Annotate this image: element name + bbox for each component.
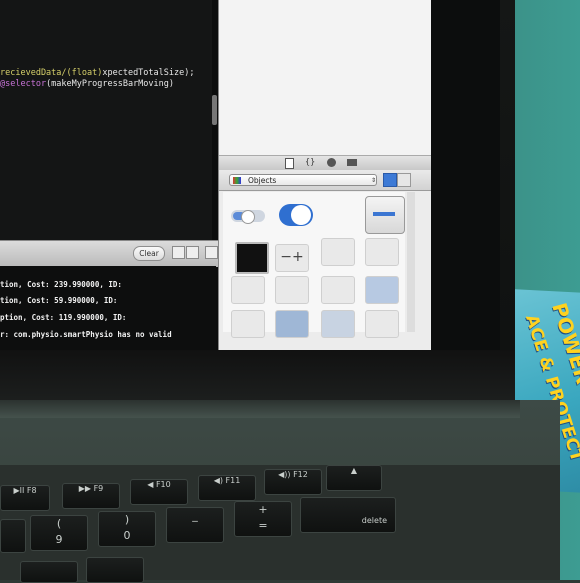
key-label: 9 (55, 533, 63, 546)
web-view-object-icon[interactable] (275, 310, 309, 338)
key-f11[interactable]: ◀) F11 (198, 475, 256, 501)
table-view-object-icon[interactable] (321, 238, 355, 266)
key[interactable] (0, 519, 26, 553)
key-label: ◀)) (278, 470, 291, 479)
key-label: F11 (225, 476, 241, 485)
key-label: _ (192, 509, 198, 522)
key[interactable] (86, 557, 144, 583)
key-equals[interactable]: + = (234, 501, 292, 537)
eject-key[interactable]: ▲ (326, 465, 382, 491)
console-line: tion, Cost: 59.990000, ID: (0, 296, 118, 305)
key-label: 0 (123, 529, 131, 542)
library-filter-bar: Objects ⇕ (219, 170, 431, 191)
key-f12[interactable]: ◀)) F12 (264, 469, 322, 495)
grid-view-icon[interactable] (383, 173, 397, 187)
debug-console[interactable]: tion, Cost: 239.990000, ID: tion, Cost: … (0, 266, 216, 350)
layout-right-icon[interactable] (205, 246, 218, 259)
laptop-screen: recievedData/(float)xpectedTotalSize); @… (0, 0, 500, 350)
key-f9[interactable]: ▶▶ F9 (62, 483, 120, 509)
utilities-pane: {} Objects ⇕ −+ (218, 0, 431, 350)
debug-toolbar: Clear (0, 240, 222, 267)
laptop-hinge (0, 400, 520, 418)
key-minus[interactable]: _ (166, 507, 224, 543)
layout-split-icon[interactable] (186, 246, 199, 259)
code-text: recievedData/(float) (0, 68, 103, 78)
layout-left-icon[interactable] (172, 246, 185, 259)
key-0[interactable]: ) 0 (98, 511, 156, 547)
collection-view-object-icon[interactable] (231, 276, 265, 304)
clear-button[interactable]: Clear (133, 246, 165, 261)
inspector-area (219, 0, 431, 155)
library-scrollbar[interactable] (407, 192, 415, 332)
key-label: F9 (93, 484, 104, 493)
key-label: + (258, 503, 268, 516)
objects-icon (233, 177, 241, 184)
chevron-updown-icon: ⇕ (371, 177, 377, 184)
switch-knob-icon (291, 205, 311, 225)
eject-icon: ▲ (350, 466, 358, 475)
key-label: F8 (26, 486, 37, 495)
key-label: ) (124, 513, 130, 526)
key-label: ▶II (13, 486, 25, 495)
stepper-object-icon[interactable]: −+ (275, 244, 309, 272)
list-view-icon[interactable] (397, 173, 411, 187)
object-library-icon[interactable] (327, 158, 336, 167)
console-line: r: com.physio.smartPhysio has no valid (0, 330, 172, 339)
code-editor[interactable]: recievedData/(float)xpectedTotalSize); @… (0, 0, 217, 240)
key-label: delete (361, 516, 387, 525)
code-text: xpectedTotalSize); (102, 68, 195, 78)
activity-indicator-object-icon[interactable] (235, 242, 269, 274)
code-text: (makeMyProgressBarMoving) (46, 79, 174, 89)
key-label: ▶▶ (78, 484, 92, 493)
key-label: = (258, 519, 268, 532)
key-label: F12 (293, 470, 308, 479)
toolbar-object-icon[interactable] (365, 310, 399, 338)
image-view-object-icon[interactable] (365, 276, 399, 304)
slider-knob-icon (241, 210, 255, 224)
key-label: ◀) (213, 476, 223, 485)
text-view-object-icon[interactable] (231, 310, 265, 338)
delete-key[interactable]: delete (300, 497, 396, 533)
map-view-object-icon[interactable] (321, 276, 355, 304)
progress-bar-icon (373, 212, 395, 216)
console-line: tion, Cost: 239.990000, ID: (0, 280, 122, 289)
code-keyword: @selector (0, 79, 47, 89)
key-f8[interactable]: ▶II F8 (0, 485, 50, 511)
library-tabs: {} (219, 155, 431, 171)
editor-scrollbar[interactable] (212, 95, 217, 125)
navigation-bar-object-icon[interactable] (321, 310, 355, 338)
key-label: ◀ (147, 480, 154, 489)
key-label: F10 (155, 480, 171, 489)
file-template-icon[interactable] (285, 158, 294, 169)
code-line: @selector(makeMyProgressBarMoving) (0, 79, 174, 89)
key-label: ( (56, 517, 62, 530)
key-9[interactable]: (9 (30, 515, 88, 551)
media-library-icon[interactable] (347, 159, 357, 166)
console-line: ption, Cost: 119.990000, ID: (0, 313, 127, 322)
library-dropdown[interactable]: Objects (229, 174, 377, 186)
keyboard: ▶II F8 ▶▶ F9 ◀ F10 ◀) F11 ◀)) F12 ▲ (9 )… (0, 465, 560, 583)
table-cell-object-icon[interactable] (365, 238, 399, 266)
key-f10[interactable]: ◀ F10 (130, 479, 188, 505)
object-library-grid: −+ (223, 192, 405, 338)
code-line: recievedData/(float)xpectedTotalSize); (0, 68, 194, 78)
code-snippet-icon[interactable]: {} (305, 157, 315, 166)
collection-cell-object-icon[interactable] (275, 276, 309, 304)
